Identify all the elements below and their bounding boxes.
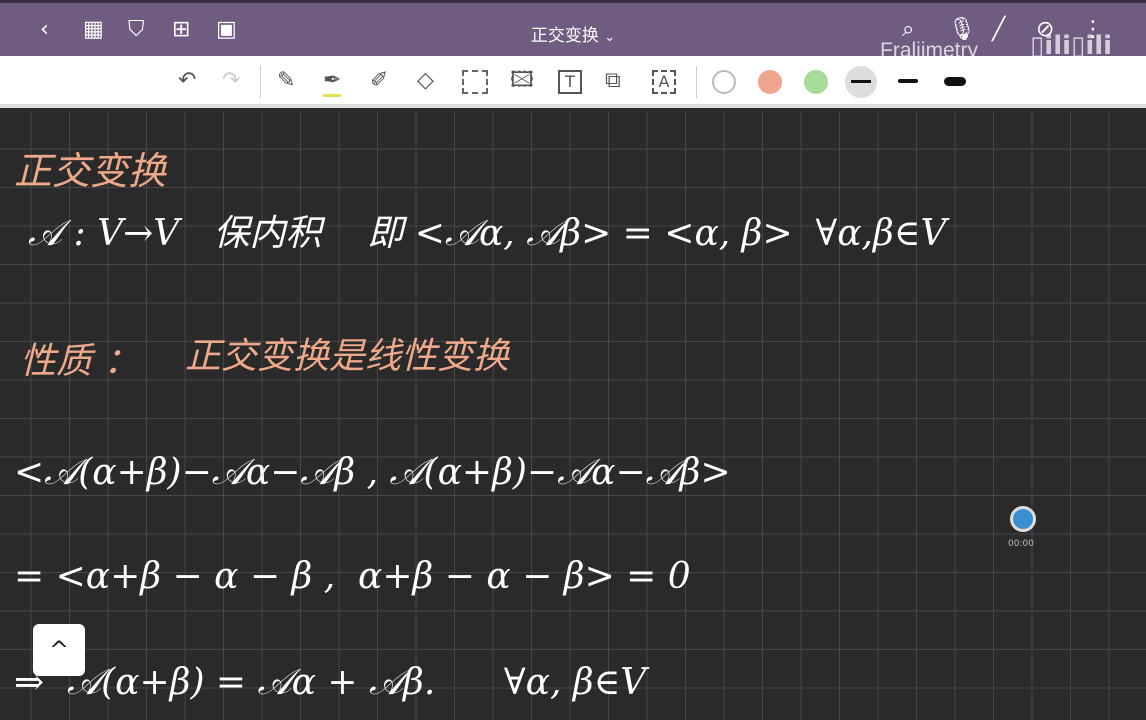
stroke-thick-button[interactable]: [944, 77, 966, 86]
text-recognition-icon[interactable]: A: [652, 70, 676, 94]
color-white-swatch[interactable]: [712, 70, 736, 94]
lasso-select-icon[interactable]: [462, 70, 488, 94]
proof-line-1: <𝒜(α+β)−𝒜α−𝒜β , 𝒜(α+β)−𝒜α−𝒜β>: [14, 452, 731, 493]
divider: [260, 66, 261, 98]
color-green-swatch[interactable]: [804, 70, 828, 94]
note-heading: 正交变换: [14, 149, 167, 193]
proof-conclusion: ⇒ 𝒜(α+β) = 𝒜α + 𝒜β. ∀α, β∈V: [14, 662, 647, 703]
highlighter-tool-icon[interactable]: ✒: [323, 68, 342, 97]
shape-tool-icon[interactable]: ⧉: [605, 68, 621, 94]
proof-line-2: = <α+β − α − β , α+β − α − β> = 0: [14, 556, 691, 597]
image-icon[interactable]: 🖾: [510, 68, 534, 94]
recording-time: 00:00: [1008, 539, 1034, 549]
eraser-icon[interactable]: ◇: [417, 68, 434, 94]
definition-line: 𝒜 : V→V 保内积 即 <𝒜α, 𝒜β> = <α, β> ∀α,β∈V: [28, 213, 947, 254]
drawing-toolbar: ↶ ↷ ✎ ✒ ✐ ◇ 🖾 T ⧉ A: [0, 56, 1146, 108]
note-canvas[interactable]: 正交变换 𝒜 : V→V 保内积 即 <𝒜α, 𝒜β> = <α, β> ∀α,…: [0, 112, 1146, 720]
undo-icon[interactable]: ↶: [178, 68, 196, 94]
pen-tool-icon[interactable]: ✎: [277, 68, 295, 94]
redo-icon[interactable]: ↷: [222, 68, 240, 94]
color-salmon-swatch[interactable]: [758, 70, 782, 94]
scroll-up-button[interactable]: ^: [33, 624, 85, 676]
thin-line-icon: [851, 80, 871, 83]
title-text: 正交变换: [530, 26, 599, 46]
stroke-medium-button[interactable]: [898, 79, 918, 83]
marker-tool-icon[interactable]: ✐: [370, 68, 388, 94]
stroke-thin-button[interactable]: [845, 66, 877, 98]
chevron-down-icon: ⌄: [604, 30, 616, 45]
pen-icon[interactable]: ╱: [992, 17, 1005, 43]
recording-indicator-icon[interactable]: [1010, 506, 1036, 532]
property-label: 性质 ：: [20, 341, 140, 382]
top-navigation-bar: ‹ ▦ ⛉ ⊞ ▣ 正交变换 ⌄ ⌕ 🎙︎ ╱ ⊘ ⋮ Fraliimetry …: [0, 0, 1146, 62]
property-text: 正交变换是线性变换: [185, 336, 510, 377]
divider: [696, 66, 697, 98]
text-tool-icon[interactable]: T: [558, 70, 582, 94]
